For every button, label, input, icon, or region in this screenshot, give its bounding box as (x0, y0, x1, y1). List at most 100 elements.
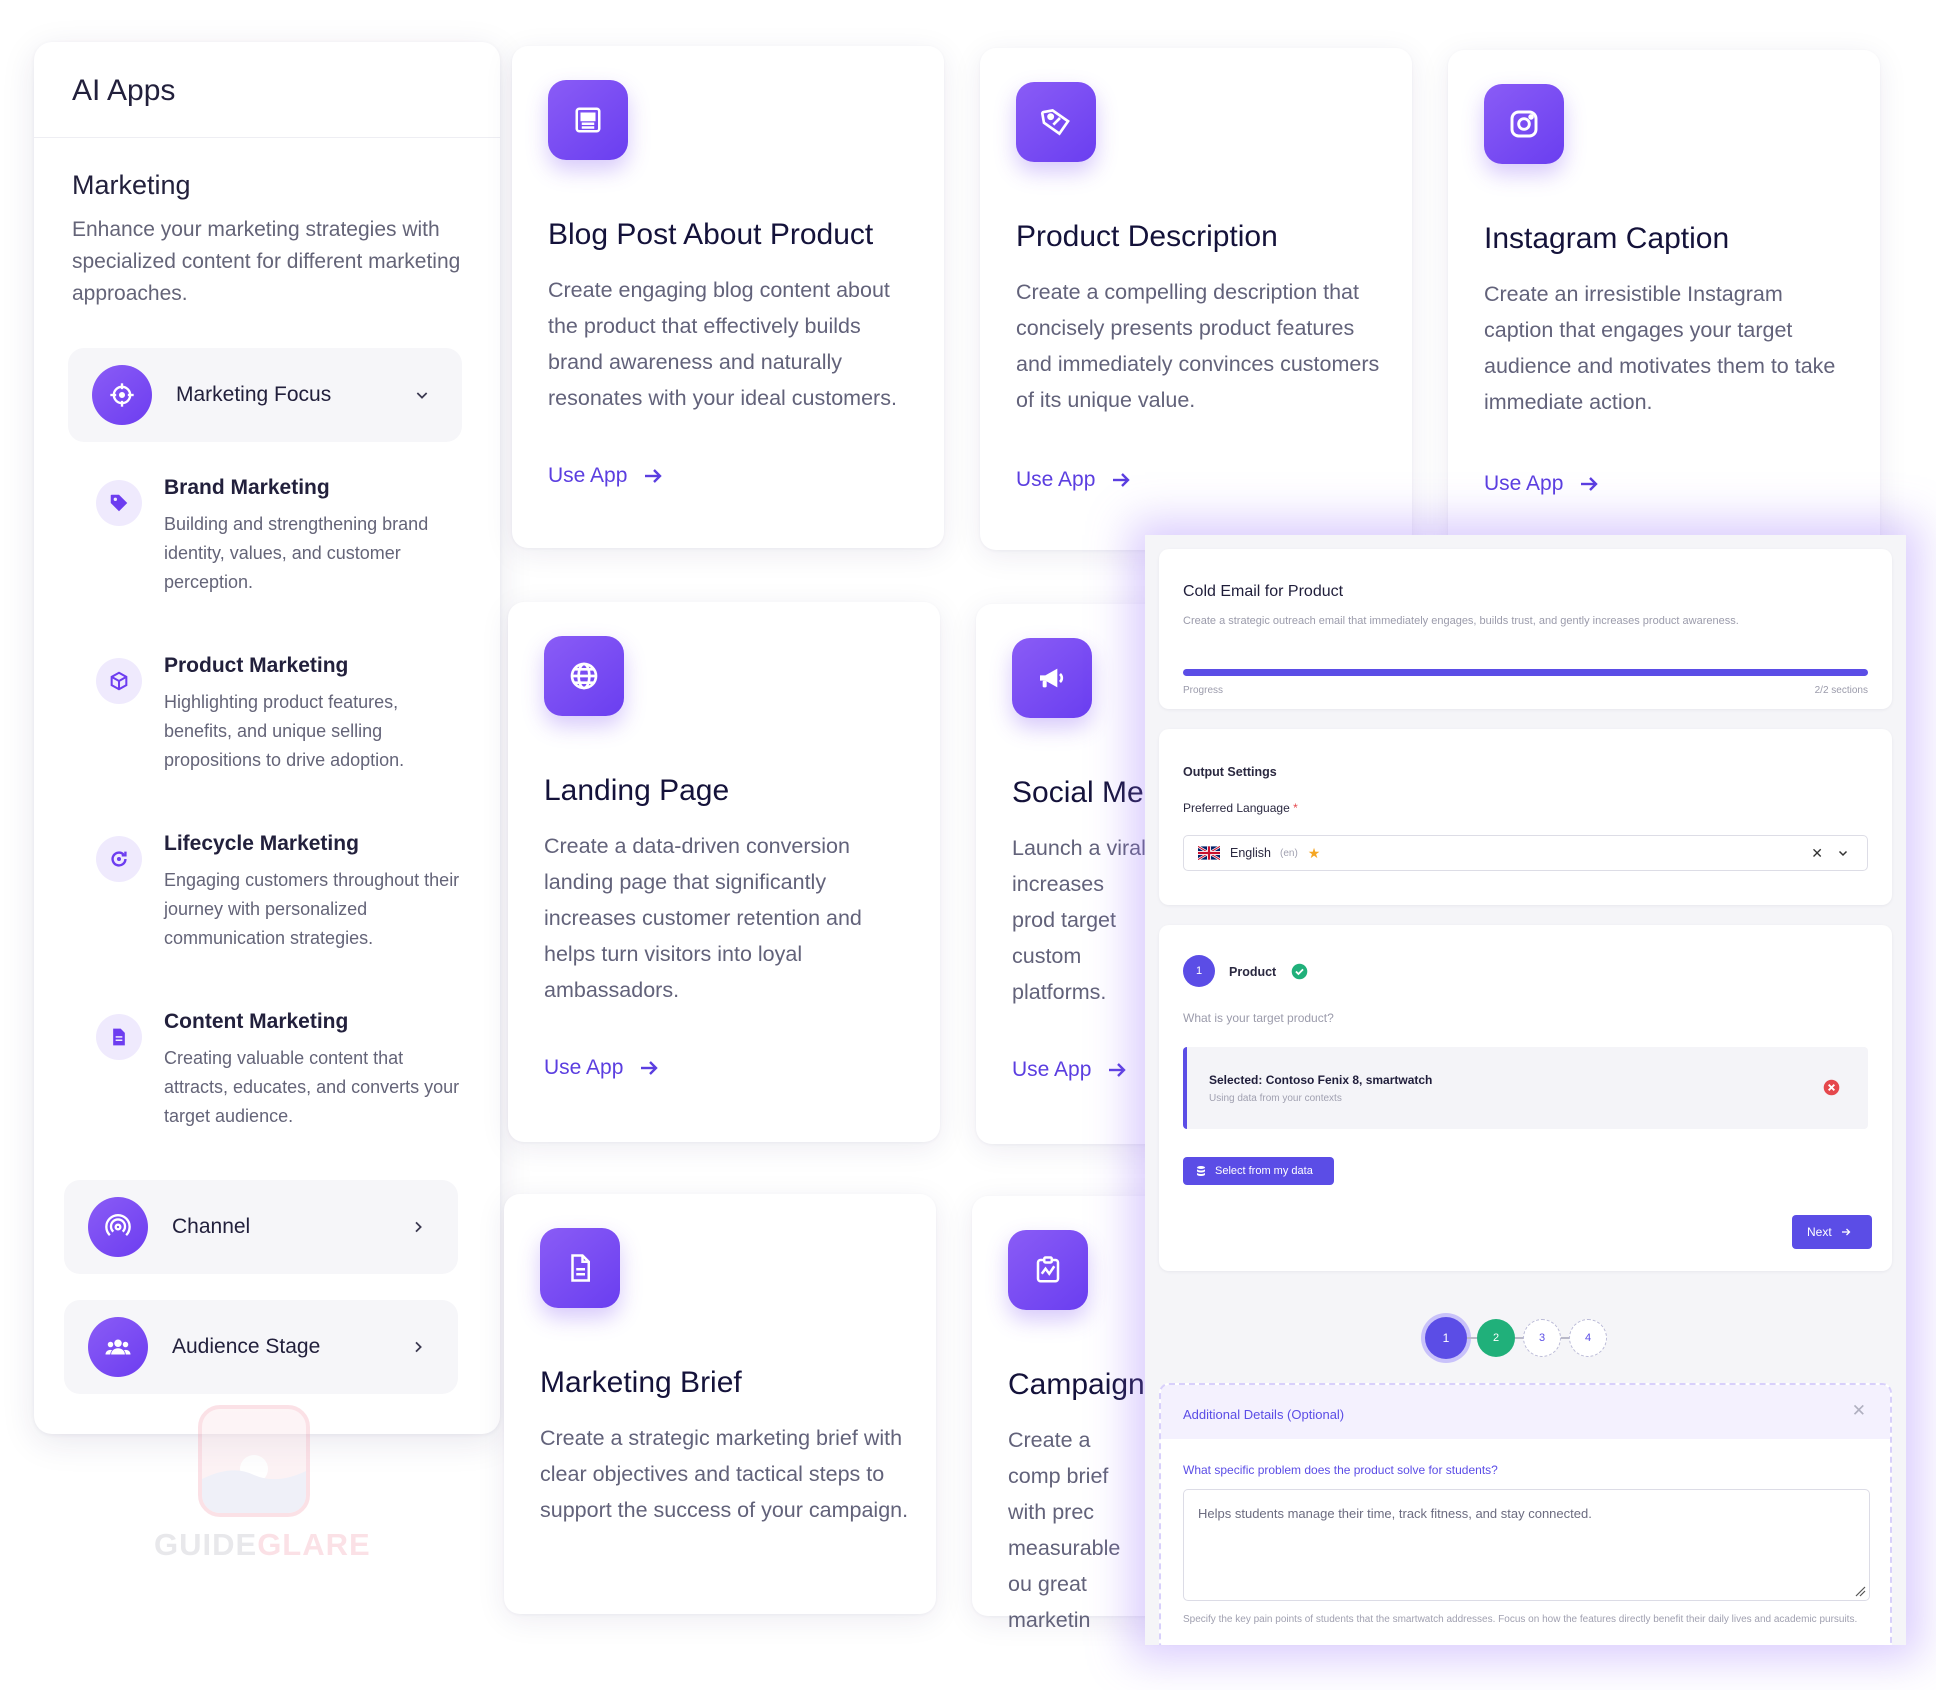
document-icon (96, 1014, 142, 1060)
sidebar-title: AI Apps (72, 74, 176, 107)
sidebar-item-content-marketing[interactable]: Content Marketing Creating valuable cont… (96, 1010, 466, 1131)
card-title: Marketing Brief (540, 1366, 742, 1399)
sidebar-item-title: Content Marketing (164, 1010, 349, 1033)
app-card-instagram-caption[interactable]: Instagram Caption Create an irresistible… (1448, 50, 1880, 552)
audience-stage-accordion[interactable]: Audience Stage (64, 1300, 458, 1394)
card-description: Launch a viral increases prod target cus… (1012, 836, 1146, 1004)
stepper-step-4[interactable]: 4 (1569, 1319, 1607, 1357)
selected-product-box: Selected: Contoso Fenix 8, smartwatch Us… (1183, 1047, 1868, 1129)
chevron-down-icon[interactable] (1837, 847, 1849, 859)
extra-answer-textarea[interactable]: Helps students manage their time, track … (1183, 1489, 1870, 1601)
chevron-down-icon[interactable] (402, 387, 442, 403)
language-select[interactable]: English (en) ★ ✕ (1183, 835, 1868, 871)
app-card-blog-post[interactable]: Blog Post About Product Create engaging … (512, 46, 944, 548)
sidebar-item-title: Product Marketing (164, 654, 349, 677)
watermark-text-b: GLARE (257, 1527, 371, 1562)
card-description: Create a strategic marketing brief with … (540, 1426, 909, 1522)
stepper-step-3[interactable]: 3 (1523, 1319, 1561, 1357)
sidebar-item-product-marketing[interactable]: Product Marketing Highlighting product f… (96, 654, 466, 775)
card-title: Product Description (1016, 220, 1278, 253)
stepper-step-2[interactable]: 2 (1477, 1319, 1515, 1357)
globe-icon (544, 636, 624, 716)
channel-accordion[interactable]: Channel (64, 1180, 458, 1274)
use-app-label: Use App (548, 464, 628, 487)
output-settings-card: Output Settings Preferred Language * Eng… (1159, 729, 1892, 905)
cycle-icon (96, 836, 142, 882)
resize-handle-icon[interactable] (1854, 1585, 1866, 1597)
use-app-label: Use App (1484, 472, 1564, 495)
card-title: Instagram Caption (1484, 222, 1730, 255)
app-card-landing-page[interactable]: Landing Page Create a data-driven conver… (508, 602, 940, 1142)
section-description: Enhance your marketing strategies with s… (72, 218, 461, 305)
progress-count: 2/2 sections (1814, 685, 1868, 696)
arrow-right-icon (1113, 473, 1131, 487)
additional-details-header: Additional Details (Optional) ✕ (1161, 1385, 1890, 1439)
use-app-label: Use App (1016, 468, 1096, 491)
sidebar-item-description: Creating valuable content that attracts,… (164, 1048, 460, 1126)
sidebar-item-title: Brand Marketing (164, 476, 330, 499)
arrow-right-icon (1581, 477, 1599, 491)
arrow-right-icon (1841, 1228, 1851, 1236)
additional-details-section: Additional Details (Optional) ✕ What spe… (1159, 1383, 1892, 1645)
uk-flag-icon (1198, 846, 1220, 860)
next-button[interactable]: Next (1792, 1215, 1872, 1249)
close-icon[interactable]: ✕ (1852, 1401, 1866, 1421)
use-app-link[interactable]: Use App (1012, 1058, 1129, 1082)
use-app-link[interactable]: Use App (1016, 468, 1133, 492)
step-title: Product (1229, 965, 1277, 979)
marketing-focus-label: Marketing Focus (176, 383, 332, 406)
clipboard-chart-icon (1008, 1230, 1088, 1310)
product-question: What is your target product? (1183, 1011, 1334, 1025)
card-description: Create a comp brief with prec measurable… (1008, 1428, 1121, 1632)
selected-product-subtext: Using data from your contexts (1209, 1093, 1342, 1104)
use-app-link[interactable]: Use App (548, 464, 665, 488)
use-app-label: Use App (544, 1056, 624, 1079)
file-text-icon (540, 1228, 620, 1308)
chevron-right-icon[interactable] (398, 1219, 438, 1235)
use-app-link[interactable]: Use App (544, 1056, 661, 1080)
remove-icon[interactable] (1823, 1079, 1840, 1096)
card-title: Blog Post About Product (548, 218, 874, 251)
sidebar-item-title: Lifecycle Marketing (164, 832, 359, 855)
arrow-right-icon (641, 1061, 659, 1075)
sidebar-item-lifecycle-marketing[interactable]: Lifecycle Marketing Engaging customers t… (96, 832, 466, 953)
use-app-link[interactable]: Use App (1484, 472, 1601, 496)
language-label: Preferred Language (1183, 801, 1290, 815)
card-title: Social Me (1012, 776, 1144, 809)
selected-product-text: Selected: Contoso Fenix 8, smartwatch (1209, 1073, 1433, 1087)
extra-hint: Specify the key pain points of students … (1183, 1614, 1858, 1625)
progress-bar (1183, 669, 1868, 676)
marketing-focus-accordion[interactable]: Marketing Focus (68, 348, 462, 442)
language-value: English (1230, 846, 1271, 860)
sidebar-item-description: Engaging customers throughout their jour… (164, 870, 460, 948)
instagram-icon (1484, 84, 1564, 164)
tag-icon (96, 480, 142, 526)
card-description: Create a data-driven conversion landing … (544, 834, 862, 1002)
form-stepper: 1 2 3 4 (1425, 1317, 1607, 1359)
extra-question-label: What specific problem does the product s… (1183, 1463, 1498, 1477)
app-card-product-description[interactable]: Product Description Create a compelling … (980, 48, 1412, 550)
select-from-my-data-button[interactable]: Select from my data (1183, 1157, 1334, 1185)
megaphone-icon (1012, 638, 1092, 718)
newspaper-icon (548, 80, 628, 160)
guideglare-logo (198, 1405, 310, 1517)
database-icon (1197, 1166, 1205, 1176)
card-title: Landing Page (544, 774, 730, 807)
card-description: Create engaging blog content about the p… (548, 278, 897, 410)
required-mark: * (1293, 801, 1298, 815)
channel-label: Channel (172, 1215, 251, 1238)
crosshair-icon (92, 365, 152, 425)
app-card-marketing-brief[interactable]: Marketing Brief Create a strategic marke… (504, 1194, 936, 1614)
clear-icon[interactable]: ✕ (1811, 845, 1823, 862)
check-circle-icon (1291, 963, 1308, 980)
stepper-step-1[interactable]: 1 (1425, 1317, 1467, 1359)
card-title: Campaign (1008, 1368, 1145, 1401)
use-app-label: Use App (1012, 1058, 1092, 1081)
select-from-my-data-label: Select from my data (1215, 1165, 1313, 1177)
extra-answer-text: Helps students manage their time, track … (1198, 1506, 1592, 1521)
card-description: Create a compelling description that con… (1016, 280, 1380, 412)
sidebar-item-brand-marketing[interactable]: Brand Marketing Building and strengtheni… (96, 476, 466, 597)
broadcast-icon (88, 1197, 148, 1257)
tag-icon (1016, 82, 1096, 162)
chevron-right-icon[interactable] (398, 1339, 438, 1355)
